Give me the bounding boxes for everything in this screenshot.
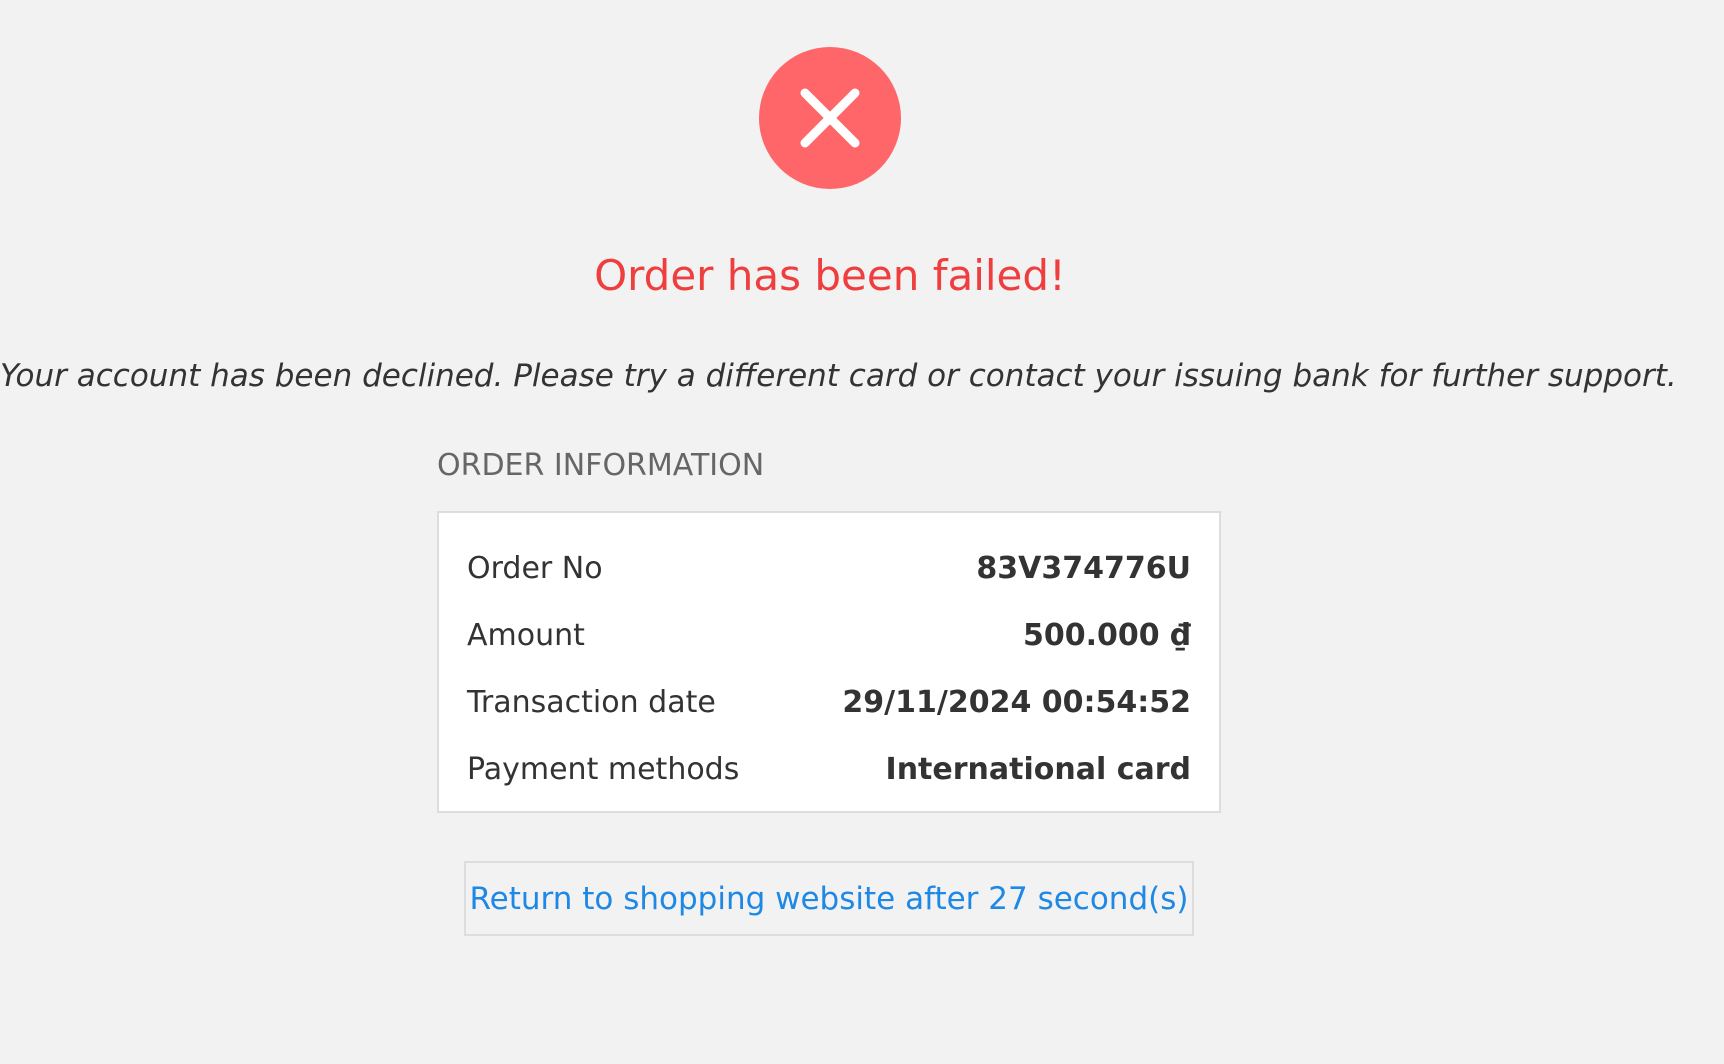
order-information-card: Order No 83V374776U Amount 500.000 ₫ Tra…: [437, 511, 1221, 813]
transaction-date-value: 29/11/2024 00:54:52: [842, 685, 1191, 720]
decline-message: Your account has been declined. Please t…: [0, 358, 1677, 394]
amount-row: Amount 500.000 ₫: [467, 602, 1191, 669]
amount-label: Amount: [467, 618, 585, 653]
page-title: Order has been failed!: [594, 251, 1066, 300]
order-no-row: Order No 83V374776U: [467, 535, 1191, 602]
order-no-label: Order No: [467, 551, 603, 586]
failed-status-icon: [759, 47, 901, 189]
return-to-shop-button[interactable]: Return to shopping website after 27 seco…: [464, 861, 1194, 936]
payment-methods-row: Payment methods International card: [467, 736, 1191, 803]
amount-value: 500.000 ₫: [1023, 618, 1191, 653]
order-information-heading: ORDER INFORMATION: [437, 448, 765, 483]
transaction-date-row: Transaction date 29/11/2024 00:54:52: [467, 669, 1191, 736]
order-no-value: 83V374776U: [976, 551, 1191, 586]
close-x-icon: [800, 88, 860, 148]
payment-methods-value: International card: [885, 752, 1191, 787]
payment-methods-label: Payment methods: [467, 752, 740, 787]
transaction-date-label: Transaction date: [467, 685, 716, 720]
